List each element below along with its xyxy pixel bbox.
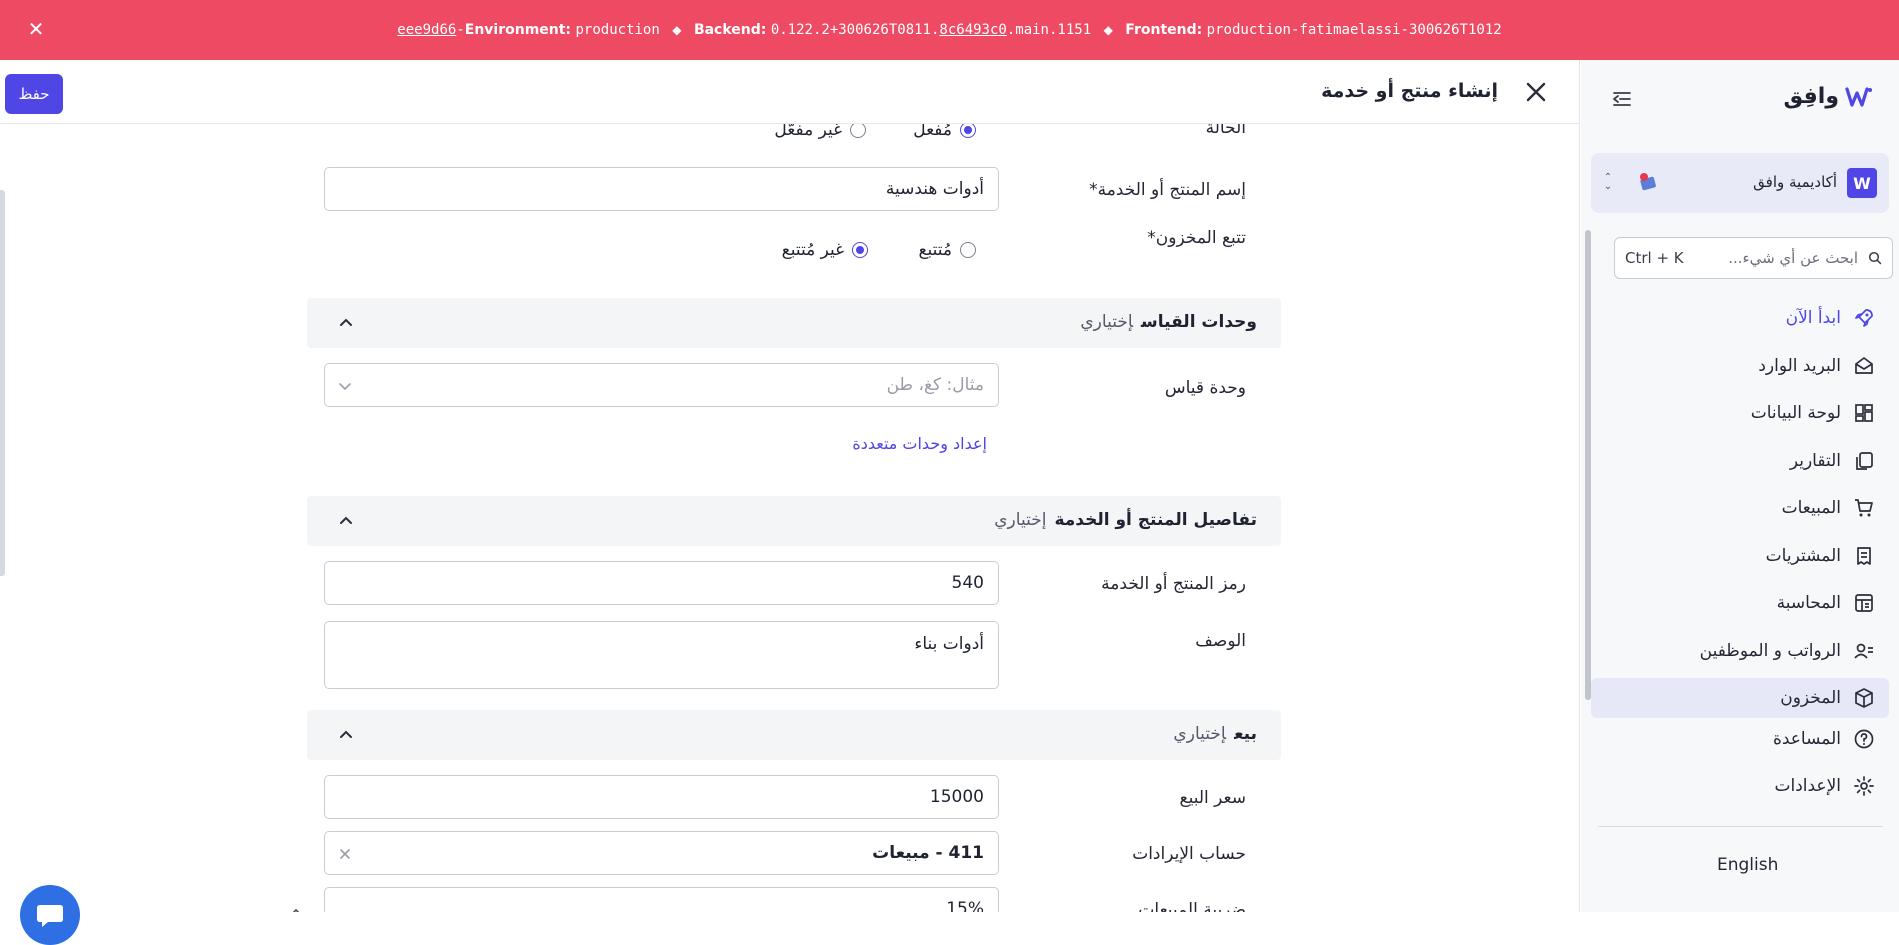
details-section-title: تفاصيل المنتج أو الخدمة — [1054, 510, 1257, 530]
organization-switcher[interactable]: W أكاديمية وافق ⌃ ⌄ — [1591, 153, 1889, 213]
sidebar-item-accounting[interactable]: المحاسبة — [1591, 583, 1889, 623]
chevron-updown-icon[interactable]: ⌃ ⌄ — [1601, 173, 1615, 192]
frontend-value: production-fatimaelassi-300626T1012 — [1206, 22, 1502, 38]
unit-label: وحدة قياس — [1164, 378, 1246, 398]
environment-banner: ✕ eee9d66-Environment: production ◆ Back… — [0, 0, 1899, 60]
app-logo[interactable]: وافِق — [1784, 84, 1873, 109]
sale-section-header[interactable]: بيع إختياري — [307, 710, 1281, 760]
sidebar-item-settings[interactable]: الإعدادات — [1591, 766, 1889, 806]
clear-icon[interactable] — [337, 846, 353, 862]
sidebar-item-inbox[interactable]: البريد الوارد — [1591, 346, 1889, 386]
environment-label: Environment: — [464, 22, 572, 38]
optional-label: إختياري — [1173, 724, 1227, 744]
sidebar-item-sales[interactable]: المبيعات — [1591, 488, 1889, 528]
sale-price-input[interactable]: 15000 — [324, 775, 999, 819]
collapse-sidebar-icon[interactable] — [1611, 88, 1633, 110]
tracking-off-radio[interactable]: غير مُتتبع — [782, 240, 868, 260]
panel-header: حفظ إنشاء منتج أو خدمة — [0, 60, 1580, 124]
global-search[interactable]: ابحث عن أي شيء... Ctrl + K — [1614, 237, 1893, 279]
language-switch[interactable]: English — [1717, 855, 1778, 875]
environment-info: eee9d66-Environment: production ◆ Backen… — [397, 22, 1502, 38]
optional-label: إختياري — [994, 510, 1047, 530]
status-label: الحالة — [1205, 124, 1246, 138]
box-icon — [1855, 688, 1873, 708]
product-code-input[interactable]: 540 — [324, 561, 999, 605]
sidebar-item-get-started[interactable]: ابدأ الآن — [1591, 298, 1889, 338]
name-label: إسم المنتج أو الخدمة* — [1089, 180, 1246, 200]
sales-tax-select[interactable]: 15% — [324, 887, 999, 912]
radio-empty-icon — [960, 242, 976, 258]
close-icon[interactable] — [1522, 78, 1550, 106]
details-section-header[interactable]: تفاصيل المنتج أو الخدمة إختياري — [307, 496, 1281, 546]
separator-icon: ◆ — [1103, 23, 1113, 37]
page-title: إنشاء منتج أو خدمة — [1321, 80, 1498, 102]
ledger-icon — [1855, 594, 1873, 612]
revenue-account-label: حساب الإيرادات — [1132, 844, 1246, 864]
create-product-panel: حفظ إنشاء منتج أو خدمة الحالة مُفعل غير … — [0, 60, 1580, 945]
organization-logo: W — [1847, 168, 1877, 198]
sidebar-scrollbar[interactable] — [1584, 220, 1592, 760]
code-label: رمز المنتج أو الخدمة — [1101, 574, 1246, 594]
product-name-input[interactable]: أدوات هندسية — [324, 167, 999, 211]
sidebar: وافِق W أكاديمية وافق ⌃ ⌄ ابحث عن أي شيء.… — [1581, 60, 1899, 912]
radio-selected-icon — [960, 124, 976, 138]
close-icon[interactable]: ✕ — [24, 17, 48, 41]
cart-icon — [1855, 499, 1873, 517]
chevron-down-icon — [339, 383, 351, 391]
units-section-title: وحدات القياس — [1141, 312, 1257, 332]
chat-icon — [37, 905, 63, 927]
sale-section-title: بيع — [1234, 724, 1257, 744]
search-placeholder: ابحث عن أي شيء... — [1728, 249, 1858, 267]
unit-select[interactable]: مثال: كغ، طن — [324, 363, 999, 407]
inbox-icon — [1855, 357, 1873, 374]
dashboard-icon — [1855, 404, 1873, 422]
sale-price-label: سعر البيع — [1179, 788, 1246, 808]
optional-label: إختياري — [1080, 312, 1134, 332]
backend-version: 0.122.2+300626T0811.8c6493c0.main.1151 — [770, 22, 1092, 38]
sidebar-item-purchases[interactable]: المشتريات — [1591, 536, 1889, 576]
sidebar-item-payroll[interactable]: الرواتب و الموظفين — [1591, 631, 1889, 671]
description-textarea[interactable]: أدوات بناء — [324, 621, 999, 689]
tracking-label: تتبع المخزون* — [1147, 228, 1246, 248]
chevron-up-icon[interactable] — [337, 512, 355, 530]
status-inactive-radio[interactable]: غير مفعّل — [774, 124, 866, 140]
commit-hash[interactable]: eee9d66 — [397, 22, 456, 38]
rocket-icon — [1855, 309, 1873, 327]
save-button[interactable]: حفظ — [5, 74, 63, 114]
multiple-units-link[interactable]: إعداد وحدات متعددة — [852, 434, 987, 453]
wafeq-logo-icon — [1845, 86, 1872, 107]
reports-icon — [1856, 452, 1873, 470]
environment-value: production — [575, 22, 660, 38]
tracking-on-radio[interactable]: مُتتبع — [918, 240, 976, 260]
sidebar-divider — [1598, 826, 1883, 827]
description-label: الوصف — [1195, 631, 1246, 651]
people-icon — [1854, 643, 1873, 659]
chevron-up-icon[interactable] — [337, 314, 355, 332]
notifications-icon[interactable] — [1635, 169, 1661, 195]
search-shortcut: Ctrl + K — [1625, 249, 1684, 267]
pencil-icon[interactable] — [282, 906, 304, 912]
radio-selected-icon — [852, 242, 868, 258]
help-icon — [1854, 729, 1874, 749]
chevron-up-icon[interactable] — [337, 726, 355, 744]
scroll-thumb[interactable] — [1585, 230, 1591, 700]
sidebar-item-reports[interactable]: التقارير — [1591, 441, 1889, 481]
revenue-account-select[interactable]: 411 - مبيعات — [324, 831, 999, 875]
sidebar-item-inventory[interactable]: المخزون — [1591, 678, 1889, 718]
product-form: الحالة مُفعل غير مفعّل إسم المنتج أو الخ… — [0, 124, 1580, 912]
backend-label: Backend: — [693, 22, 767, 38]
sidebar-item-help[interactable]: المساعدة — [1591, 719, 1889, 759]
search-icon — [1868, 251, 1882, 265]
receipt-icon — [1857, 547, 1871, 565]
gear-icon — [1854, 776, 1874, 796]
chat-support-button[interactable] — [20, 885, 80, 945]
sidebar-item-dashboard[interactable]: لوحة البيانات — [1591, 393, 1889, 433]
organization-name: أكاديمية وافق — [1753, 173, 1837, 191]
sales-tax-label: ضريبة المبيعات — [1138, 900, 1246, 912]
units-section-header[interactable]: وحدات القياس إختياري — [307, 298, 1281, 348]
separator-icon: ◆ — [672, 23, 682, 37]
radio-empty-icon — [850, 124, 866, 138]
frontend-label: Frontend: — [1125, 22, 1203, 38]
status-active-radio[interactable]: مُفعل — [913, 124, 976, 140]
